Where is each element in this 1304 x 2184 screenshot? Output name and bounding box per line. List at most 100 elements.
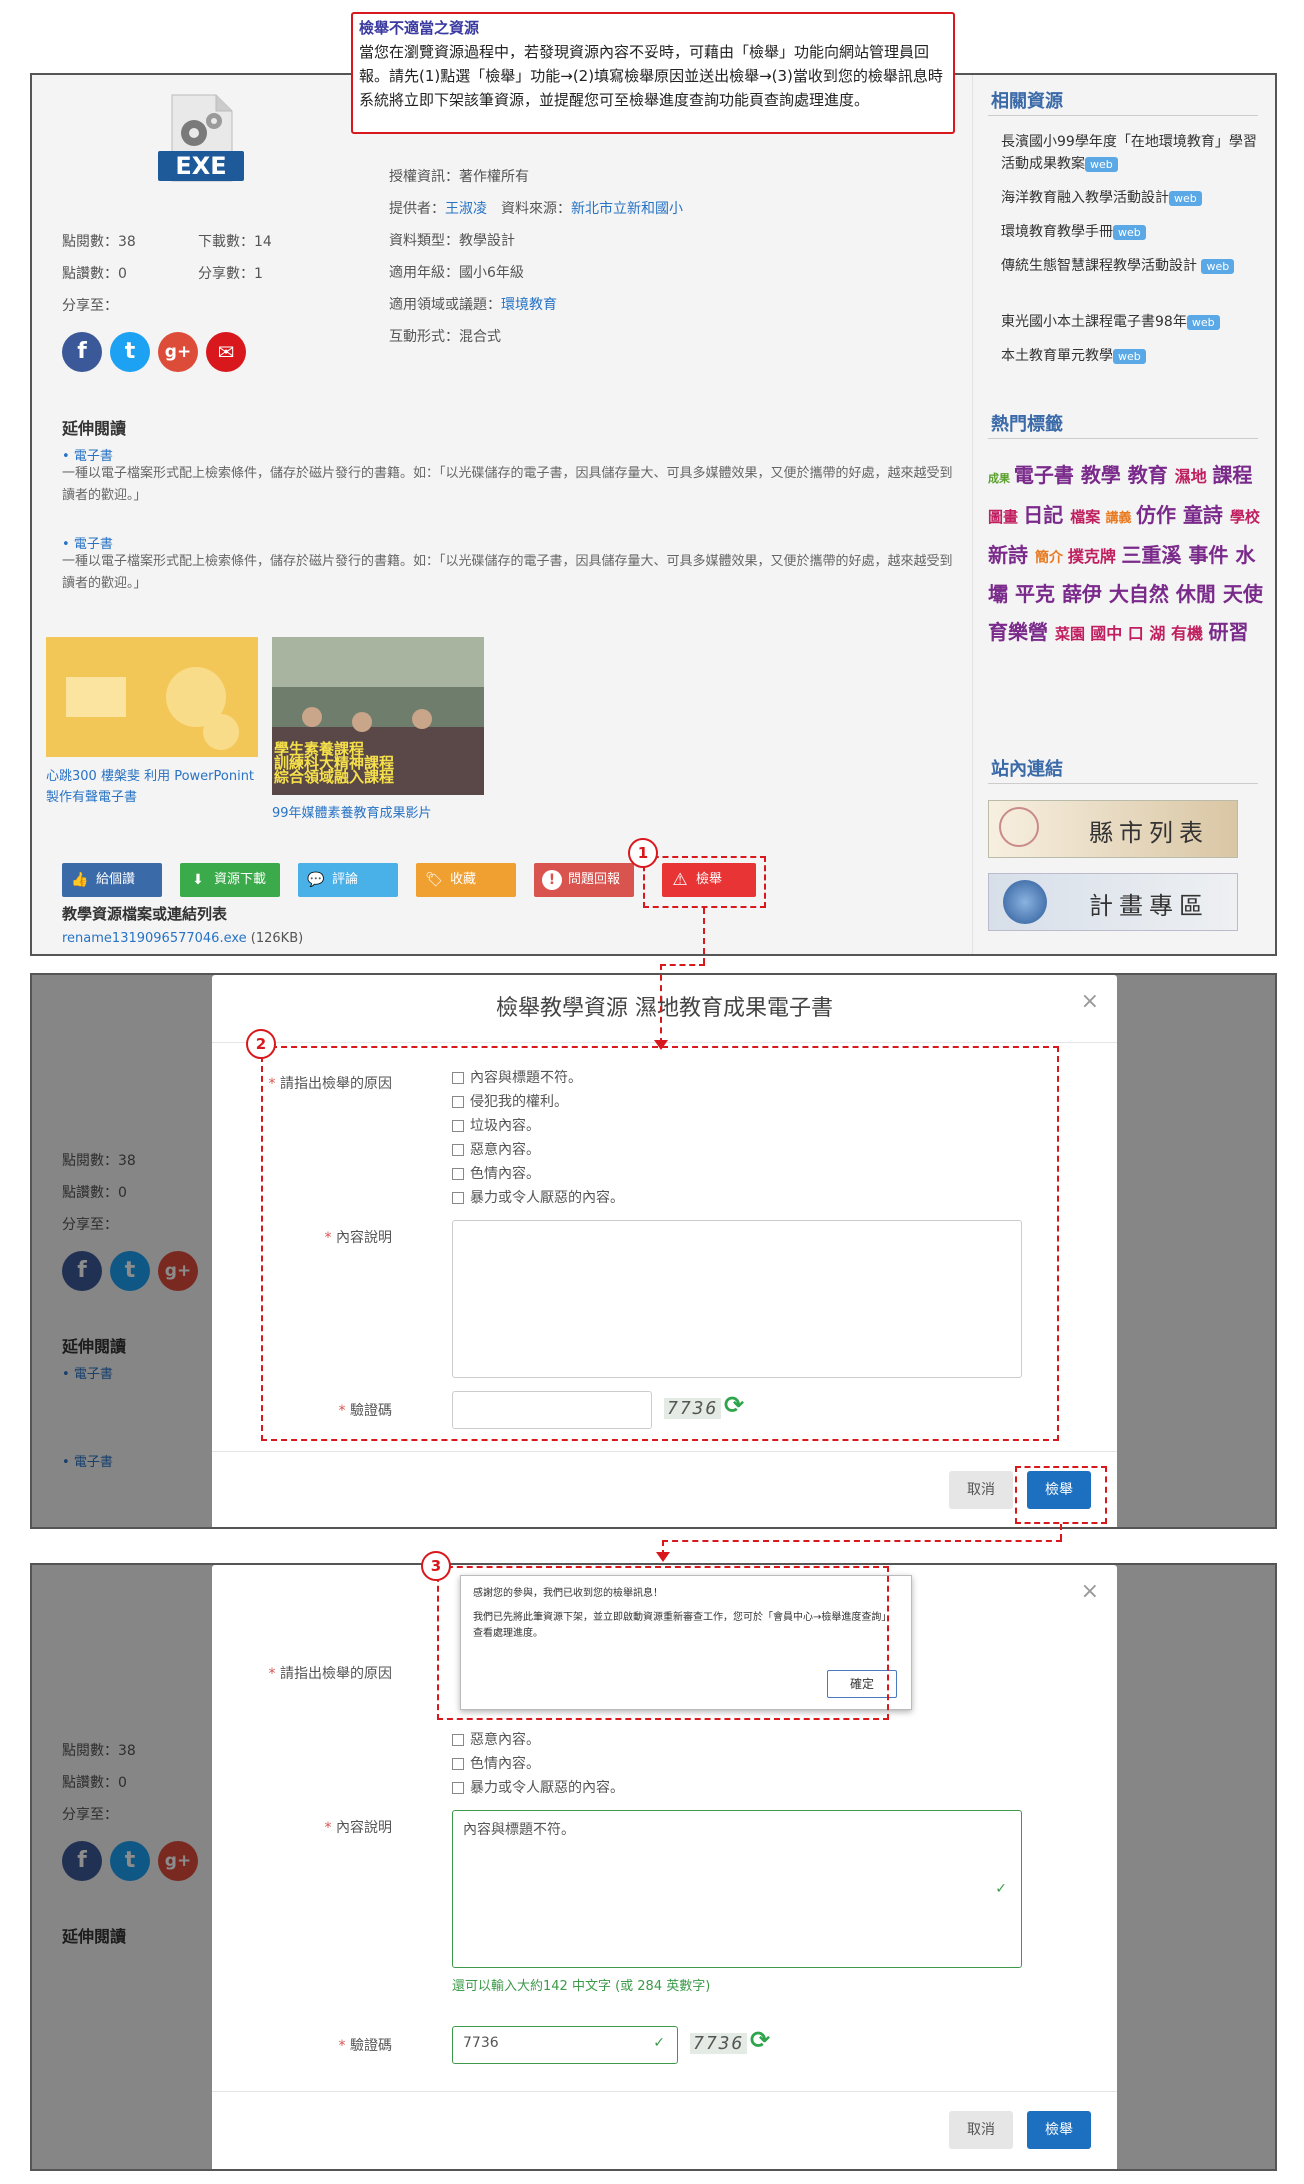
related-item[interactable]: 東光國小本土課程電子書98年 web bbox=[1001, 311, 1261, 333]
sidebar: 相關資源 長濱國小99學年度「在地環境教育」學習活動成果教案 web 海洋教育融入… bbox=[972, 75, 1275, 954]
download-icon: ⬇ bbox=[192, 872, 204, 888]
reason-checkbox[interactable]: 色情內容。 bbox=[452, 1753, 540, 1773]
hot-tag[interactable]: 濕地 bbox=[1175, 467, 1213, 486]
divider bbox=[988, 438, 1258, 439]
county-list-banner[interactable]: 縣市列表 bbox=[988, 800, 1238, 858]
hot-tag[interactable]: 簡介 bbox=[1035, 550, 1068, 566]
hot-tag[interactable]: 研習 bbox=[1209, 620, 1249, 644]
connector bbox=[662, 1540, 1062, 1542]
issue-report-button[interactable]: ! 問題回報 bbox=[534, 863, 634, 897]
reason-label: * 請指出檢舉的原因 bbox=[268, 1666, 392, 1682]
shares-count: 分享數：1 bbox=[198, 266, 263, 282]
hot-tag[interactable]: 湖 bbox=[1149, 624, 1171, 643]
refresh-icon[interactable]: ⟳ bbox=[750, 2026, 770, 2054]
related-item[interactable]: 傳統生態智慧課程教學活動設計 web bbox=[1001, 255, 1261, 277]
interaction-type: 互動形式：混合式 bbox=[389, 329, 501, 345]
source-link[interactable]: 新北市立新和國小 bbox=[571, 201, 683, 217]
tag-icon: 🏷 bbox=[425, 872, 443, 888]
valid-check-icon: ✓ bbox=[995, 1881, 1007, 1897]
hot-tag[interactable]: 電子書 bbox=[1014, 463, 1081, 487]
hot-tag[interactable]: 有機 bbox=[1171, 624, 1209, 643]
hot-tag[interactable]: 撲克牌 bbox=[1068, 547, 1122, 566]
web-badge: web bbox=[1186, 315, 1220, 330]
extended-link-1[interactable]: • 電子書 bbox=[62, 445, 113, 464]
hot-tag[interactable]: 檔案 bbox=[1070, 508, 1105, 526]
cancel-button[interactable]: 取消 bbox=[949, 2111, 1013, 2149]
hot-tag[interactable]: 新詩 bbox=[988, 543, 1035, 567]
extended-text-1: 一種以電子檔案形式配上檢索條件，儲存於磁片發行的書籍。如：「以光碟儲存的電子書，… bbox=[62, 466, 953, 503]
resource-type: 資料類型：教學設計 bbox=[389, 233, 515, 249]
submit-report-button[interactable]: 檢舉 bbox=[1027, 2111, 1091, 2149]
hot-tag[interactable]: 菜園 bbox=[1055, 625, 1090, 643]
thumbnail-video-caption[interactable]: 99年媒體素養教育成果影片 bbox=[272, 802, 432, 821]
cancel-button[interactable]: 取消 bbox=[949, 1471, 1013, 1509]
related-item[interactable]: 海洋教育融入教學活動設計 web bbox=[1001, 187, 1261, 209]
thumb-up-icon: 👍 bbox=[71, 872, 89, 888]
close-icon[interactable]: × bbox=[1081, 989, 1099, 1014]
collect-button[interactable]: 🏷 收藏 bbox=[416, 863, 516, 897]
hot-tag[interactable]: 講義 bbox=[1105, 511, 1136, 526]
extended-text-2: 一種以電子檔案形式配上檢索條件，儲存於磁片發行的書籍。如：「以光碟儲存的電子書，… bbox=[62, 554, 953, 591]
captcha-input[interactable]: 7736 ✓ bbox=[452, 2026, 678, 2064]
hot-tag[interactable]: 大自然 bbox=[1109, 582, 1176, 606]
facebook-icon[interactable]: f bbox=[62, 332, 102, 372]
web-badge: web bbox=[1169, 191, 1202, 206]
comment-icon: 💬 bbox=[307, 872, 325, 888]
step-marker-3: 3 bbox=[421, 1551, 451, 1581]
step-marker-1: 1 bbox=[628, 838, 658, 868]
hot-tag[interactable]: 教育 bbox=[1128, 463, 1175, 487]
highlight-submit-button bbox=[1015, 1466, 1107, 1524]
hot-tag[interactable]: 三重溪 bbox=[1121, 543, 1188, 567]
email-icon[interactable]: ✉ bbox=[206, 332, 246, 372]
reason-checkbox[interactable]: 暴力或令人厭惡的內容。 bbox=[452, 1777, 624, 1797]
related-item[interactable]: 環境教育教學手冊 web bbox=[1001, 221, 1261, 243]
related-item[interactable]: 長濱國小99學年度「在地環境教育」學習活動成果教案 web bbox=[1001, 131, 1261, 175]
hot-tag[interactable]: 休閒 bbox=[1176, 582, 1223, 606]
divider bbox=[212, 2091, 1117, 2092]
highlight-report-button bbox=[643, 856, 766, 908]
related-title: 相關資源 bbox=[991, 91, 1063, 112]
twitter-icon[interactable]: t bbox=[110, 332, 150, 372]
content-textarea[interactable]: 內容與標題不符。 ✓ bbox=[452, 1810, 1022, 1968]
hot-tag[interactable]: 童詩 bbox=[1183, 503, 1230, 527]
google-plus-icon[interactable]: g+ bbox=[158, 332, 198, 372]
hot-tag[interactable]: 天使 bbox=[1223, 582, 1263, 606]
hot-tag[interactable]: 口 bbox=[1128, 624, 1150, 643]
reason-checkbox[interactable]: 惡意內容。 bbox=[452, 1729, 540, 1749]
close-icon[interactable]: × bbox=[1081, 1579, 1099, 1604]
content-label: * 內容說明 bbox=[324, 1820, 392, 1836]
hot-tag[interactable]: 成果 bbox=[988, 472, 1014, 485]
download-button[interactable]: ⬇ 資源下載 bbox=[180, 863, 280, 897]
file-link[interactable]: rename1319096577046.exe (126KB) bbox=[62, 931, 303, 946]
thumbnail-ebook[interactable] bbox=[46, 637, 258, 757]
hot-tag[interactable]: 薛伊 bbox=[1062, 582, 1109, 606]
hot-tag[interactable]: 事件 bbox=[1188, 543, 1235, 567]
divider bbox=[988, 115, 1258, 116]
thumbnail-video[interactable]: 學生素養課程 訓練科大精神課程 綜合領域融入課程 bbox=[272, 637, 484, 795]
project-area-banner[interactable]: 計畫專區 bbox=[988, 873, 1238, 931]
divider bbox=[212, 1451, 1117, 1452]
hot-tag[interactable]: 課程 bbox=[1212, 463, 1252, 487]
related-item[interactable]: 本土教育單元教學 web bbox=[1001, 345, 1261, 367]
connector bbox=[1060, 1524, 1062, 1540]
hot-tag[interactable]: 學校 bbox=[1230, 508, 1260, 526]
county-list-label: 縣市列表 bbox=[1089, 819, 1209, 847]
thumbnail-ebook-caption[interactable]: 心跳300 樓槃斐 利用 PowerPonint製作有聲電子書 bbox=[46, 766, 258, 808]
hot-tag[interactable]: 日記 bbox=[1023, 503, 1070, 527]
extended-link-2[interactable]: • 電子書 bbox=[62, 533, 113, 552]
provider-link[interactable]: 王淑凌 bbox=[445, 201, 487, 217]
hot-tag[interactable]: 圖畫 bbox=[988, 508, 1023, 526]
thumbnail-video-overlay: 學生素養課程 訓練科大精神課程 綜合領域融入課程 bbox=[274, 740, 395, 786]
domain-link[interactable]: 環境教育 bbox=[501, 297, 557, 313]
hot-tag[interactable]: 仿作 bbox=[1136, 503, 1183, 527]
grade-level: 適用年級：國小6年級 bbox=[389, 265, 524, 281]
callout-title: 檢舉不適當之資源 bbox=[359, 19, 480, 37]
valid-check-icon: ✓ bbox=[653, 2035, 665, 2051]
hot-tag[interactable]: 國中 bbox=[1090, 624, 1128, 643]
hot-tag[interactable]: 教學 bbox=[1081, 463, 1128, 487]
comment-button[interactable]: 💬 評論 bbox=[298, 863, 398, 897]
hot-tag[interactable]: 育樂營 bbox=[988, 620, 1055, 644]
like-button[interactable]: 👍 給個讚 bbox=[62, 863, 162, 897]
web-badge: web bbox=[1113, 349, 1146, 364]
hot-tag[interactable]: 平克 bbox=[1015, 582, 1062, 606]
